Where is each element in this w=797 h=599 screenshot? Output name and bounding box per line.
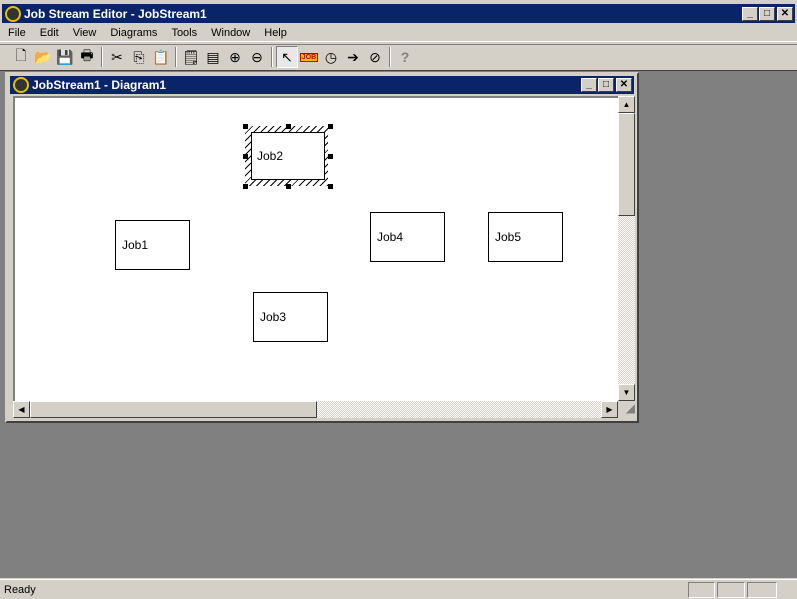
open-button[interactable]: 📂	[32, 46, 54, 68]
diagram-title-bar: JobStream1 - Diagram1 _ □ ✕	[10, 76, 634, 94]
no-icon: ⊘	[369, 48, 381, 65]
diagram-title: JobStream1 - Diagram1	[32, 78, 167, 92]
status-bar: Ready	[0, 579, 797, 599]
paste-button[interactable]: 📋	[150, 46, 172, 68]
scroll-down-button[interactable]: ▼	[618, 384, 635, 401]
pointer-icon: ↖	[281, 48, 293, 65]
resize-handle[interactable]	[286, 184, 291, 189]
copy-button[interactable]: ⎘	[128, 46, 150, 68]
diagram-window: JobStream1 - Diagram1 _ □ ✕ Job1 Job2 Jo…	[5, 72, 639, 423]
cut-icon: ✂	[111, 48, 123, 65]
diagram-icon	[13, 77, 29, 93]
vertical-scroll-thumb[interactable]	[618, 113, 635, 216]
job-icon: JOB	[299, 52, 319, 62]
no-button[interactable]: ⊘	[364, 46, 386, 68]
close-button[interactable]: ✕	[777, 6, 793, 21]
toolbar-separator	[101, 47, 103, 67]
details-button[interactable]: ▤	[202, 46, 224, 68]
resize-handle[interactable]	[286, 124, 291, 129]
job-node-job1[interactable]: Job1	[115, 220, 190, 270]
zoom-in-button[interactable]: ⊕	[224, 46, 246, 68]
job-node-job5[interactable]: Job5	[488, 212, 563, 262]
job-label: Job2	[257, 149, 284, 163]
status-pane	[688, 582, 715, 598]
menu-bar: File Edit View Diagrams Tools Window Hel…	[0, 24, 797, 42]
app-icon	[5, 5, 21, 22]
scroll-right-button[interactable]: ▶	[601, 401, 618, 418]
paste-icon: 📋	[152, 48, 170, 65]
menu-view[interactable]: View	[65, 27, 103, 39]
details-icon: ▤	[206, 48, 220, 65]
menu-file[interactable]: File	[0, 27, 32, 39]
properties-button[interactable]: 🗒	[180, 46, 202, 68]
horizontal-scroll-thumb[interactable]	[30, 401, 317, 418]
save-button[interactable]: 💾	[54, 46, 76, 68]
pointer-button[interactable]: ↖	[276, 46, 298, 68]
menu-help[interactable]: Help	[256, 27, 293, 39]
diagram-canvas[interactable]: Job1 Job2 Job3 Job4 Job5	[13, 96, 618, 401]
child-close-button[interactable]: ✕	[616, 78, 632, 92]
print-icon: 🖶	[80, 47, 94, 63]
cut-button[interactable]: ✂	[106, 46, 128, 68]
status-text: Ready	[4, 583, 36, 596]
app-title: Job Stream Editor - JobStream1	[24, 6, 207, 21]
clock-icon: ◷	[324, 48, 338, 65]
zoom-out-button[interactable]: ⊖	[246, 46, 268, 68]
toolbar-separator	[175, 47, 177, 67]
job-label: Job4	[377, 230, 404, 244]
copy-icon: ⎘	[133, 48, 145, 65]
child-maximize-button[interactable]: □	[598, 78, 614, 92]
job-label: Job1	[122, 238, 149, 252]
maximize-button[interactable]: □	[759, 6, 775, 21]
vertical-scrollbar[interactable]: ▲ ▼	[618, 96, 635, 401]
open-icon: 📂	[34, 48, 52, 65]
new-button[interactable]: 🗋	[10, 46, 32, 68]
zoom-in-icon: ⊕	[229, 48, 241, 65]
horizontal-scrollbar[interactable]: ◀ ▶	[13, 401, 618, 418]
resize-handle[interactable]	[243, 124, 248, 129]
menu-window[interactable]: Window	[203, 27, 256, 39]
toolbar-separator	[389, 47, 391, 67]
job-node-job4[interactable]: Job4	[370, 212, 445, 262]
menu-tools[interactable]: Tools	[163, 27, 203, 39]
toolbar: 🗋 📂 💾 🖶 ✂ ⎘ 📋 🗒 ▤ ⊕ ⊖ ↖ JOB ◷ ➔ ⊘?	[0, 44, 797, 69]
job-label: Job3	[260, 310, 287, 324]
app-title-bar: Job Stream Editor - JobStream1 _ □ ✕	[2, 4, 795, 23]
resize-handle[interactable]	[243, 154, 248, 159]
scroll-up-button[interactable]: ▲	[618, 96, 635, 113]
resize-handle[interactable]	[328, 184, 333, 189]
job-button[interactable]: JOB	[298, 46, 320, 68]
clock-button[interactable]: ◷	[320, 46, 342, 68]
job-node-job2[interactable]: Job2	[243, 124, 333, 189]
status-pane	[717, 582, 745, 598]
arrow-icon: ➔	[347, 48, 359, 65]
help-icon: ?	[400, 49, 410, 65]
resize-handle[interactable]	[328, 124, 333, 129]
job-label: Job5	[495, 230, 522, 244]
menu-diagrams[interactable]: Diagrams	[102, 27, 163, 39]
minimize-button[interactable]: _	[742, 6, 758, 21]
child-minimize-button[interactable]: _	[581, 78, 597, 92]
properties-icon: 🗒	[182, 48, 200, 65]
toolbar-separator	[271, 47, 273, 67]
resize-handle[interactable]	[328, 154, 333, 159]
help-button[interactable]: ?	[394, 46, 416, 68]
arrow-button[interactable]: ➔	[342, 46, 364, 68]
zoom-out-icon: ⊖	[251, 48, 263, 65]
resize-handle[interactable]	[243, 184, 248, 189]
new-icon: 🗋	[15, 47, 27, 63]
menu-edit[interactable]: Edit	[32, 27, 65, 39]
job-node-job3[interactable]: Job3	[253, 292, 328, 342]
scroll-left-button[interactable]: ◀	[13, 401, 30, 418]
print-button[interactable]: 🖶	[76, 46, 98, 68]
save-icon: 💾	[56, 48, 74, 65]
size-grip[interactable]: ◢	[618, 401, 635, 418]
status-pane	[747, 582, 777, 598]
